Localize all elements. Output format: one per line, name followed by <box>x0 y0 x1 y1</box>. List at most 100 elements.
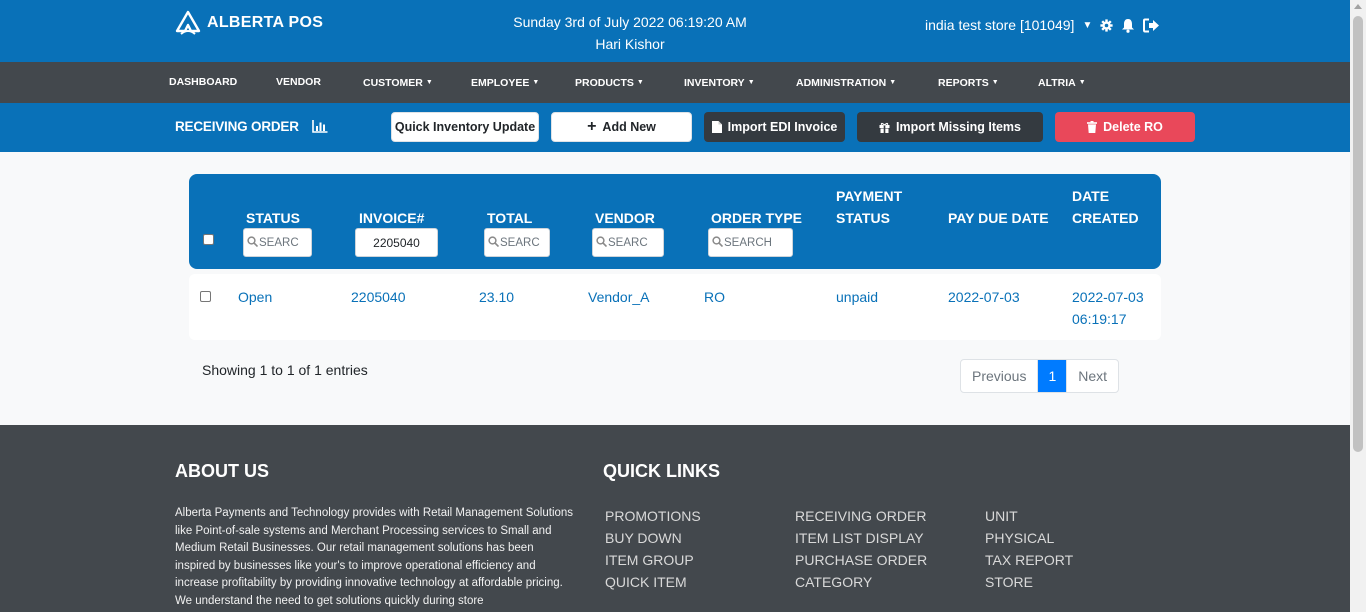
link-item-list-display[interactable]: ITEM LIST DISPLAY <box>795 527 927 549</box>
nav-employee[interactable]: EMPLOYEE ▼ <box>471 62 539 103</box>
nav-administration[interactable]: ADMINISTRATION ▼ <box>796 62 896 103</box>
settings-icon[interactable] <box>1100 18 1113 32</box>
about-title: ABOUT US <box>175 461 269 481</box>
bar-chart-icon[interactable] <box>312 120 328 133</box>
col-status[interactable]: STATUS <box>246 207 300 229</box>
link-quick-item[interactable]: QUICK ITEM <box>605 571 701 593</box>
cell-date-created[interactable]: 2022-07-03 06:19:17 <box>1072 286 1144 330</box>
search-placeholder: SEARC <box>259 236 299 249</box>
logout-icon[interactable] <box>1143 18 1160 33</box>
store-selector[interactable]: india test store [101049] ▼ <box>925 17 1160 33</box>
quick-links-title: QUICK LINKS <box>603 461 720 481</box>
link-purchase-order[interactable]: PURCHASE ORDER <box>795 549 927 571</box>
nav-customer[interactable]: CUSTOMER ▼ <box>363 62 433 103</box>
table-body: Open 2205040 23.10 Vendor_A RO unpaid 20… <box>189 274 1161 340</box>
nav-label[interactable]: VENDOR <box>276 76 321 88</box>
gift-icon <box>879 122 890 133</box>
row-checkbox[interactable] <box>200 291 211 302</box>
chevron-down-icon: ▼ <box>425 79 433 86</box>
nav-dashboard[interactable]: DASHBOARD <box>169 62 237 103</box>
col-label: STATUS <box>836 210 890 226</box>
col-label: DATE <box>1072 188 1110 204</box>
search-placeholder: SEARC <box>608 236 648 249</box>
quick-links-col-1: PROMOTIONS BUY DOWN ITEM GROUP QUICK ITE… <box>605 505 701 593</box>
chevron-down-icon: ▼ <box>991 79 999 86</box>
chevron-down-icon: ▼ <box>1078 79 1086 86</box>
cell-vendor[interactable]: Vendor_A <box>588 286 650 308</box>
date-line: Sunday 3rd of July 2022 06:19:20 AM <box>513 14 747 30</box>
search-placeholder: SEARC <box>500 236 540 249</box>
page-scrollbar[interactable] <box>1350 0 1366 612</box>
col-label: PAYMENT <box>836 188 903 204</box>
scroll-thumb[interactable] <box>1353 16 1363 452</box>
nav-label[interactable]: PRODUCTS <box>575 77 634 89</box>
import-missing-items-button[interactable]: Import Missing Items <box>857 112 1043 142</box>
order-type-search-input[interactable]: SEARCH <box>708 228 793 257</box>
search-icon <box>488 235 500 250</box>
store-caret-icon[interactable]: ▼ <box>1082 20 1092 31</box>
nav-label[interactable]: INVENTORY <box>684 77 745 89</box>
col-payment-status[interactable]: PAYMENT STATUS <box>836 185 902 229</box>
nav-label[interactable]: ADMINISTRATION <box>796 77 886 89</box>
nav-label[interactable]: REPORTS <box>938 77 989 89</box>
cell-payment-status[interactable]: unpaid <box>836 286 878 308</box>
link-receiving-order[interactable]: RECEIVING ORDER <box>795 505 927 527</box>
button-label: Delete RO <box>1103 120 1163 134</box>
add-new-button[interactable]: + Add New <box>551 112 692 142</box>
bell-icon[interactable] <box>1121 18 1135 33</box>
button-label: Import EDI Invoice <box>727 120 838 134</box>
nav-label[interactable]: CUSTOMER <box>363 77 423 89</box>
nav-label[interactable]: EMPLOYEE <box>471 77 529 89</box>
link-tax-report[interactable]: TAX REPORT <box>985 549 1073 571</box>
col-order-type[interactable]: ORDER TYPE <box>711 207 802 229</box>
col-vendor[interactable]: VENDOR <box>595 207 655 229</box>
chevron-down-icon: ▼ <box>532 79 540 86</box>
main-nav: DASHBOARD VENDOR CUSTOMER ▼ EMPLOYEE ▼ PRO… <box>0 62 1350 103</box>
link-store[interactable]: STORE <box>985 571 1073 593</box>
quick-inventory-update-button[interactable]: Quick Inventory Update <box>391 112 539 142</box>
pagination-previous[interactable]: Previous <box>961 360 1039 392</box>
invoice-search-input[interactable]: 2205040 <box>355 228 438 257</box>
alberta-logo-icon <box>175 10 201 35</box>
delete-ro-button[interactable]: Delete RO <box>1055 112 1195 142</box>
chevron-down-icon: ▼ <box>636 79 644 86</box>
nav-inventory[interactable]: INVENTORY ▼ <box>684 62 755 103</box>
nav-vendor[interactable]: VENDOR <box>276 62 321 103</box>
search-icon <box>596 235 608 250</box>
pagination-next[interactable]: Next <box>1067 360 1118 392</box>
link-category[interactable]: CATEGORY <box>795 571 927 593</box>
col-date-created[interactable]: DATE CREATED <box>1072 185 1139 229</box>
vendor-search-input[interactable]: SEARC <box>592 228 664 257</box>
cell-pay-due-date[interactable]: 2022-07-03 <box>948 286 1020 308</box>
link-item-group[interactable]: ITEM GROUP <box>605 549 701 571</box>
store-name[interactable]: india test store [101049] <box>925 17 1074 33</box>
button-label: Quick Inventory Update <box>394 120 536 134</box>
top-header: ALBERTA POS Sunday 3rd of July 2022 06:1… <box>0 0 1350 62</box>
pagination-page-1[interactable]: 1 <box>1038 360 1068 392</box>
cell-total[interactable]: 23.10 <box>479 286 514 308</box>
cell-status[interactable]: Open <box>238 286 272 308</box>
col-invoice[interactable]: INVOICE# <box>359 207 424 229</box>
link-buy-down[interactable]: BUY DOWN <box>605 527 701 549</box>
col-total[interactable]: TOTAL <box>487 207 532 229</box>
cell-invoice[interactable]: 2205040 <box>351 286 406 308</box>
import-edi-invoice-button[interactable]: Import EDI Invoice <box>704 112 845 142</box>
total-search-input[interactable]: SEARC <box>484 228 550 257</box>
link-promotions[interactable]: PROMOTIONS <box>605 505 701 527</box>
nav-altria[interactable]: ALTRIA ▼ <box>1038 62 1086 103</box>
link-unit[interactable]: UNIT <box>985 505 1073 527</box>
entries-info: Showing 1 to 1 of 1 entries <box>202 362 368 378</box>
nav-label[interactable]: ALTRIA <box>1038 77 1076 89</box>
scroll-up-arrow-icon[interactable] <box>1354 4 1362 9</box>
brand[interactable]: ALBERTA POS <box>175 10 323 36</box>
status-search-input[interactable]: SEARC <box>243 228 312 257</box>
cell-order-type[interactable]: RO <box>704 286 725 308</box>
brand-name: ALBERTA POS <box>207 14 324 31</box>
file-icon <box>711 121 722 133</box>
select-all-checkbox[interactable] <box>203 234 214 245</box>
col-pay-due-date[interactable]: PAY DUE DATE <box>948 207 1049 229</box>
nav-reports[interactable]: REPORTS ▼ <box>938 62 999 103</box>
nav-products[interactable]: PRODUCTS ▼ <box>575 62 644 103</box>
nav-label[interactable]: DASHBOARD <box>169 76 237 88</box>
link-physical[interactable]: PHYSICAL <box>985 527 1073 549</box>
